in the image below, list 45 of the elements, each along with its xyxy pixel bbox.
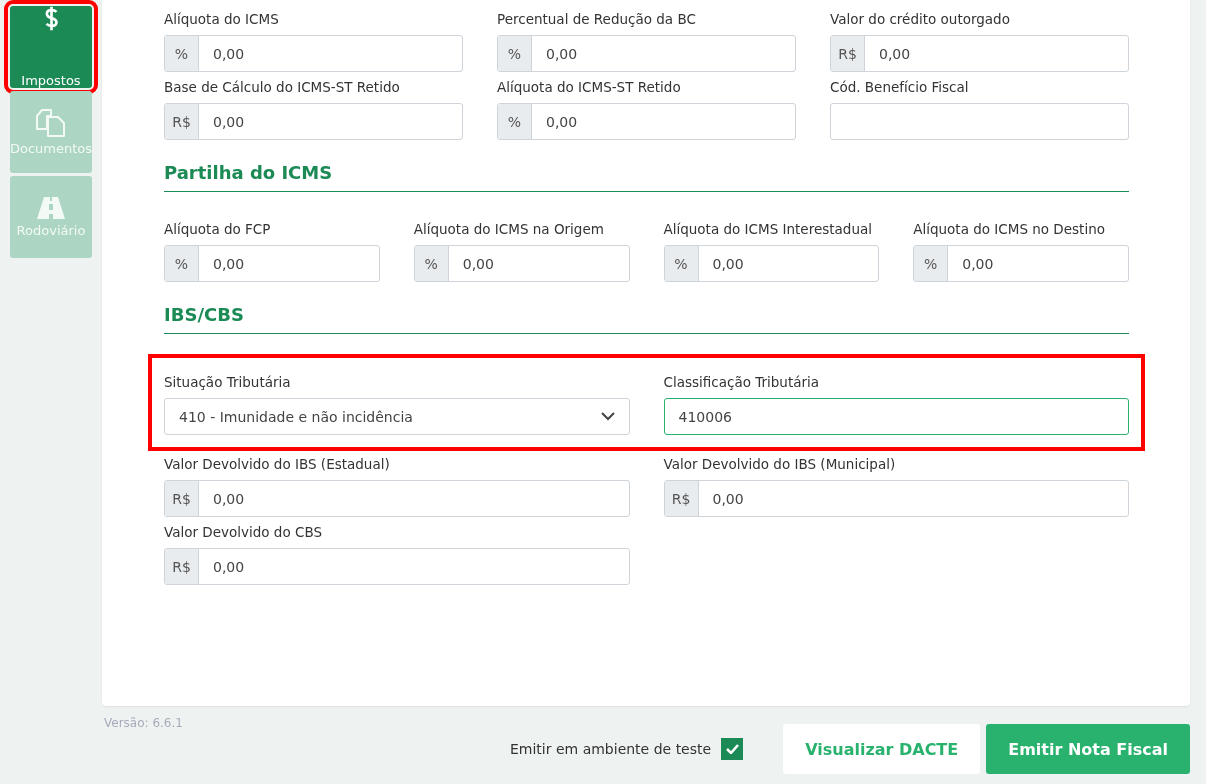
prefix-label: R$	[165, 481, 199, 516]
input-field[interactable]: % 0,00	[497, 103, 796, 140]
prefix-label: R$	[165, 549, 199, 584]
checkbox-label: Emitir em ambiente de teste	[510, 741, 712, 757]
input-field[interactable]: % 0,00	[164, 245, 380, 282]
field-label: Valor Devolvido do IBS (Municipal)	[663, 456, 897, 472]
field-label: Alíquota do ICMS Interestadual	[663, 221, 873, 237]
field-label: Alíquota do ICMS na Origem	[413, 221, 605, 237]
prefix-label: %	[664, 246, 699, 281]
prefix-label: R$	[831, 36, 865, 71]
select-field[interactable]: 410 - Imunidade e não incidência	[164, 398, 630, 435]
field-label: Alíquota do ICMS	[164, 11, 280, 27]
version-text: Versão: 6.6.1	[104, 716, 183, 730]
field-label: Base de Cálculo do ICMS-ST Retido	[164, 79, 401, 95]
input-field[interactable]: R$ 0,00	[164, 103, 463, 140]
field-label: Alíquota do ICMS-ST Retido	[497, 79, 682, 95]
prefix-label: R$	[165, 104, 199, 139]
input-field[interactable]: % 0,00	[164, 35, 463, 72]
field-label: Situação Tributária	[164, 374, 292, 390]
input-field[interactable]: R$ 0,00	[830, 35, 1129, 72]
field-label: Alíquota do ICMS no Destino	[913, 221, 1106, 237]
prefix-label: %	[498, 104, 532, 139]
prefix-label: %	[414, 246, 449, 281]
field-label: Valor do crédito outorgado	[830, 11, 1011, 27]
field-label: Percentual de Redução da BC	[497, 11, 697, 27]
section-title: Partilha do ICMS	[164, 162, 1129, 192]
field-label: Classificação Tributária	[663, 374, 821, 390]
field-label: Alíquota do FCP	[164, 221, 272, 237]
prefix-label: %	[165, 36, 199, 71]
field-label: Valor Devolvido do IBS (Estadual)	[164, 456, 391, 472]
input-field[interactable]: R$ 0,00	[164, 480, 630, 517]
prefix-label: %	[165, 246, 199, 281]
field-label: Cód. Benefício Fiscal	[830, 79, 970, 95]
input-field[interactable]: % 0,00	[663, 245, 880, 282]
input-field[interactable]: % 0,00	[413, 245, 630, 282]
prefix-label: %	[498, 36, 532, 71]
input-field[interactable]: % 0,00	[913, 245, 1129, 282]
input-field[interactable]: % 0,00	[497, 35, 796, 72]
input-field[interactable]: R$ 0,00	[164, 548, 630, 585]
prefix-label: %	[914, 246, 949, 281]
input-field[interactable]: R$ 0,00	[663, 480, 1129, 517]
section-title: IBS/CBS	[164, 304, 1129, 334]
field-label: Valor Devolvido do CBS	[164, 524, 323, 540]
prefix-label: R$	[664, 481, 699, 516]
input-field[interactable]: 410006	[663, 398, 1129, 435]
